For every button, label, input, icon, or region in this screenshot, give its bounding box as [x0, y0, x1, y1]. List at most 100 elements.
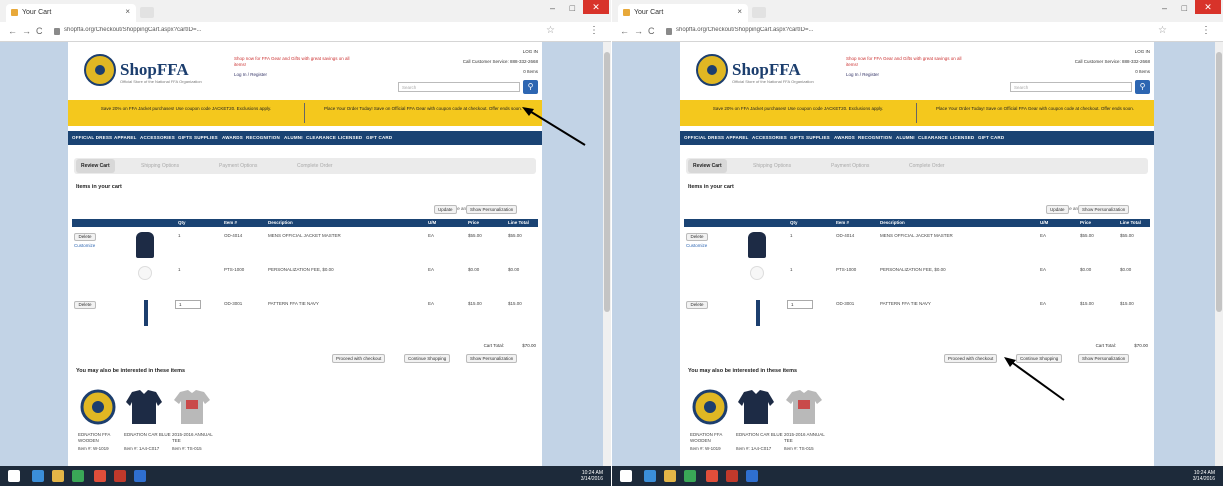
nav-awards[interactable]: AWARDS [222, 135, 243, 140]
update-button[interactable]: Update [1046, 205, 1069, 214]
delete-button[interactable]: Delete [74, 301, 96, 309]
ie-icon[interactable] [32, 470, 44, 482]
bookmark-star-icon[interactable]: ☆ [1158, 25, 1167, 36]
browser-tab[interactable]: Your Cart × [618, 4, 748, 22]
ffa-emblem-icon [84, 54, 116, 86]
search-button[interactable]: ⚲ [1135, 80, 1150, 94]
show-personalization-button[interactable]: Show Personalization [1078, 205, 1130, 214]
nav-recognition[interactable]: RECOGNITION [246, 135, 280, 140]
tie-thumbnail[interactable] [144, 300, 148, 326]
nav-awards[interactable]: AWARDS [834, 135, 855, 140]
continue-shopping-button[interactable]: Continue Shopping [1016, 354, 1063, 363]
chrome-icon[interactable] [94, 470, 106, 482]
continue-shopping-button[interactable]: Continue Shopping [404, 354, 451, 363]
cart-count[interactable]: 0 Items [463, 67, 538, 77]
start-icon[interactable] [620, 470, 632, 482]
delete-button[interactable]: Delete [74, 233, 96, 241]
jacket-thumbnail[interactable] [136, 232, 154, 258]
nav-licensed[interactable]: LICENSED [950, 135, 974, 140]
table-row: 1 PTS-1000 PERSONALIZATION FEE, $0.00 EA… [684, 264, 1150, 296]
delete-button[interactable]: Delete [686, 233, 708, 241]
nav-apparel[interactable]: APPAREL [726, 135, 749, 140]
tab-close-icon[interactable]: × [737, 7, 742, 16]
browser-menu-icon[interactable]: ⋮ [589, 25, 599, 36]
reload-icon[interactable]: C [648, 26, 655, 36]
nav-official-dress[interactable]: OFFICIAL DRESS [72, 135, 112, 140]
update-button[interactable]: Update [434, 205, 457, 214]
word-icon[interactable] [134, 470, 146, 482]
forward-icon[interactable]: → [22, 26, 31, 36]
nav-alumni[interactable]: ALUMNI [896, 135, 915, 140]
nav-supplies[interactable]: SUPPLIES [194, 135, 218, 140]
back-icon[interactable]: ← [620, 26, 629, 36]
nav-gift-card[interactable]: GIFT CARD [366, 135, 392, 140]
app-icon[interactable] [726, 470, 738, 482]
start-icon[interactable] [8, 470, 20, 482]
customize-link[interactable]: Customize [686, 243, 707, 248]
scroll-thumb[interactable] [604, 52, 610, 312]
new-tab-button[interactable] [752, 7, 766, 18]
ie-icon[interactable] [644, 470, 656, 482]
close-window-button[interactable]: ✕ [1195, 0, 1221, 14]
maximize-icon[interactable]: □ [570, 3, 575, 13]
tab-close-icon[interactable]: × [125, 7, 130, 16]
new-tab-button[interactable] [140, 7, 154, 18]
bookmark-star-icon[interactable]: ☆ [546, 25, 555, 36]
nav-accessories[interactable]: ACCESSORIES [752, 135, 787, 140]
nav-licensed[interactable]: LICENSED [338, 135, 362, 140]
show-personalization-button[interactable]: Show Personalization [1078, 354, 1130, 363]
search-input[interactable]: Search [1010, 82, 1132, 92]
reload-icon[interactable]: C [36, 26, 43, 36]
store-icon[interactable] [684, 470, 696, 482]
word-icon[interactable] [746, 470, 758, 482]
delete-button[interactable]: Delete [686, 301, 708, 309]
scroll-thumb[interactable] [1216, 52, 1222, 312]
quantity-input[interactable]: 1 [787, 300, 813, 309]
minimize-icon[interactable]: – [1162, 3, 1167, 13]
jacket-thumbnail[interactable] [748, 232, 766, 258]
nav-alumni[interactable]: ALUMNI [284, 135, 303, 140]
login-label[interactable]: LOG IN [463, 47, 538, 57]
maximize-icon[interactable]: □ [1182, 3, 1187, 13]
explorer-icon[interactable] [52, 470, 64, 482]
browser-menu-icon[interactable]: ⋮ [1201, 25, 1211, 36]
app-icon[interactable] [114, 470, 126, 482]
nav-clearance[interactable]: CLEARANCE [306, 135, 336, 140]
search-button[interactable]: ⚲ [523, 80, 538, 94]
explorer-icon[interactable] [664, 470, 676, 482]
login-link[interactable]: Log In / Register [846, 72, 879, 77]
page-scrollbar[interactable] [603, 42, 611, 466]
nav-apparel[interactable]: APPAREL [114, 135, 137, 140]
nav-gifts[interactable]: GIFTS [178, 135, 192, 140]
step-review-cart[interactable]: Review Cart [688, 159, 727, 173]
nav-gifts[interactable]: GIFTS [790, 135, 804, 140]
store-icon[interactable] [72, 470, 84, 482]
show-personalization-button[interactable]: Show Personalization [466, 354, 518, 363]
nav-gift-card[interactable]: GIFT CARD [978, 135, 1004, 140]
login-link[interactable]: Log In / Register [234, 72, 267, 77]
login-label[interactable]: LOG IN [1075, 47, 1150, 57]
url-field[interactable]: shopffa.org/Checkout/ShoppingCart.aspx?c… [676, 27, 996, 33]
step-review-cart[interactable]: Review Cart [76, 159, 115, 173]
nav-clearance[interactable]: CLEARANCE [918, 135, 948, 140]
url-field[interactable]: shopffa.org/Checkout/ShoppingCart.aspx?c… [64, 27, 384, 33]
show-personalization-button[interactable]: Show Personalization [466, 205, 518, 214]
page-scrollbar[interactable] [1215, 42, 1223, 466]
customize-link[interactable]: Customize [74, 243, 95, 248]
proceed-checkout-button[interactable]: Proceed with checkout [332, 354, 386, 363]
nav-official-dress[interactable]: OFFICIAL DRESS [684, 135, 724, 140]
nav-supplies[interactable]: SUPPLIES [806, 135, 830, 140]
close-window-button[interactable]: ✕ [583, 0, 609, 14]
quantity-input[interactable]: 1 [175, 300, 201, 309]
nav-accessories[interactable]: ACCESSORIES [140, 135, 175, 140]
search-input[interactable]: Search [398, 82, 520, 92]
browser-tab[interactable]: Your Cart × [6, 4, 136, 22]
back-icon[interactable]: ← [8, 26, 17, 36]
proceed-checkout-button[interactable]: Proceed with checkout [944, 354, 998, 363]
nav-recognition[interactable]: RECOGNITION [858, 135, 892, 140]
forward-icon[interactable]: → [634, 26, 643, 36]
minimize-icon[interactable]: – [550, 3, 555, 13]
tie-thumbnail[interactable] [756, 300, 760, 326]
chrome-icon[interactable] [706, 470, 718, 482]
cart-count[interactable]: 0 Items [1075, 67, 1150, 77]
